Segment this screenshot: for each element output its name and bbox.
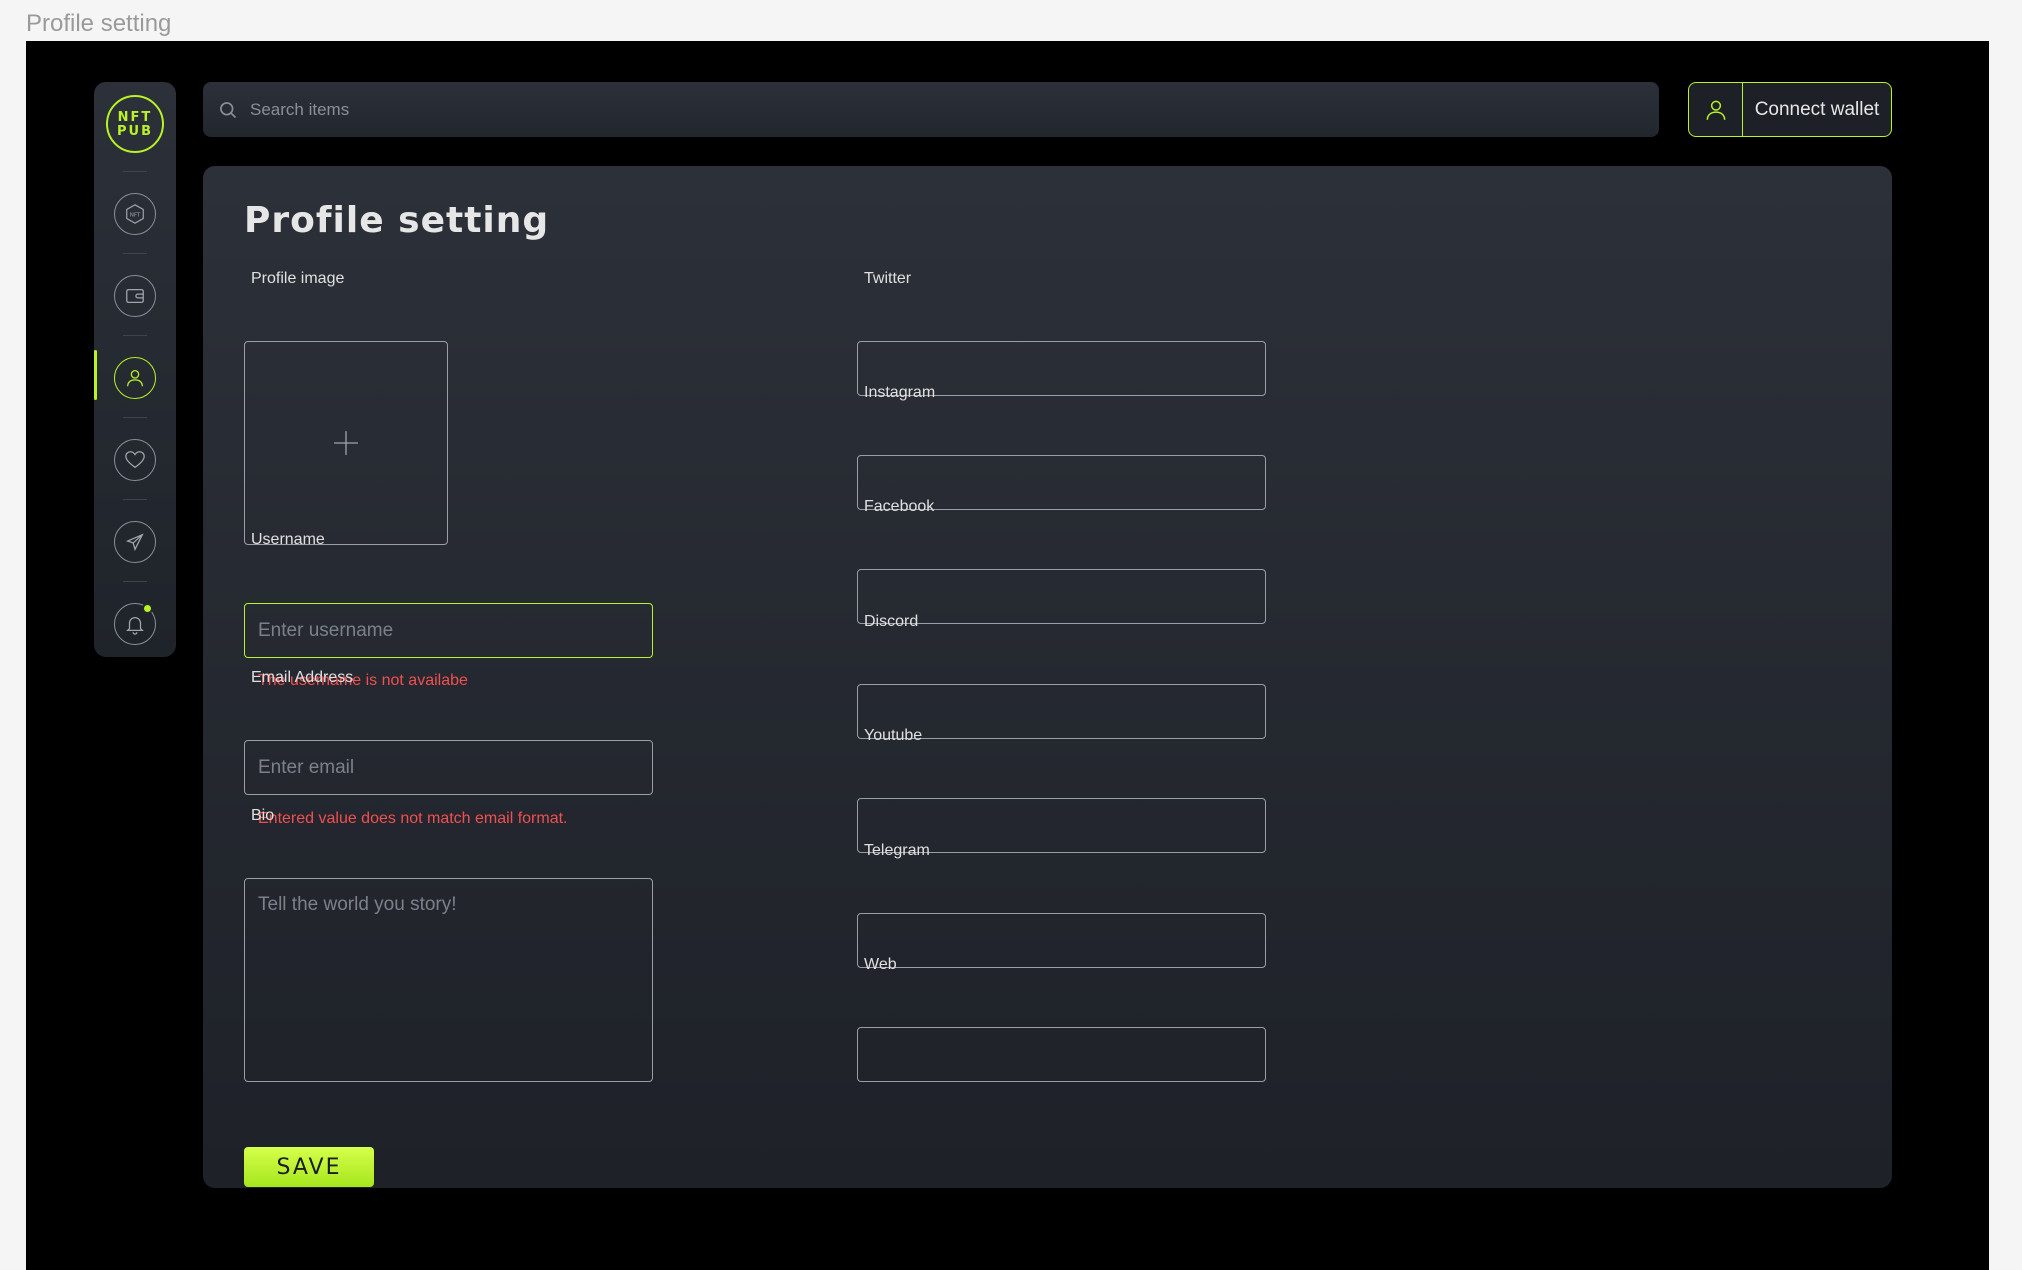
- page-title: Profile setting: [244, 200, 550, 241]
- sidebar: NFT PUB NFT: [94, 82, 176, 657]
- instagram-label: Instagram: [864, 384, 936, 401]
- nav-divider: [123, 499, 147, 500]
- plus-icon: [334, 431, 358, 455]
- app-frame: NFT PUB NFT Search items Connect wallet …: [26, 41, 1989, 1270]
- user-icon: [1706, 100, 1725, 120]
- logo[interactable]: NFT PUB: [106, 95, 164, 153]
- search-bar[interactable]: [203, 82, 1659, 137]
- nav-divider: [123, 417, 147, 418]
- bio-textarea[interactable]: [244, 878, 653, 1082]
- bell-icon: [126, 617, 144, 635]
- logo-line-1: NFT: [117, 110, 153, 125]
- sidebar-item-nft[interactable]: NFT: [114, 193, 156, 235]
- username-input[interactable]: [244, 603, 653, 658]
- active-indicator: [94, 350, 97, 400]
- profile-image-upload[interactable]: [244, 341, 448, 545]
- notification-badge: [142, 603, 153, 614]
- facebook-input[interactable]: [857, 569, 1266, 624]
- nav-divider: [123, 171, 147, 172]
- web-label: Web: [864, 956, 897, 973]
- email-label: Email Address: [251, 669, 354, 686]
- username-label: Username: [251, 531, 325, 548]
- sidebar-item-wallet[interactable]: [114, 275, 156, 317]
- wallet-user-icon-box: [1689, 83, 1743, 136]
- email-error: Entered value does not match email forma…: [258, 810, 568, 827]
- nft-hexagon-icon: NFT: [126, 204, 144, 224]
- user-icon: [127, 370, 143, 387]
- connect-wallet-button[interactable]: Connect wallet: [1688, 82, 1892, 137]
- profile-settings-panel: Profile setting Profile image Username T…: [203, 166, 1892, 1188]
- sidebar-item-profile[interactable]: [114, 357, 156, 399]
- frame-label: Profile setting: [26, 10, 172, 37]
- svg-text:NFT: NFT: [130, 212, 141, 218]
- bio-label: Bio: [251, 807, 275, 824]
- telegram-input[interactable]: [857, 913, 1266, 968]
- heart-icon: [125, 451, 145, 469]
- wallet-icon: [126, 288, 144, 304]
- sidebar-item-launch[interactable]: [114, 521, 156, 563]
- web-input[interactable]: [857, 1027, 1266, 1082]
- search-input[interactable]: [250, 99, 1550, 120]
- sidebar-item-favorites[interactable]: [114, 439, 156, 481]
- search-icon: [220, 101, 237, 118]
- profile-image-label: Profile image: [251, 270, 345, 287]
- rocket-icon: [125, 533, 144, 552]
- nav-divider: [123, 253, 147, 254]
- nav-divider: [123, 581, 147, 582]
- email-input[interactable]: [244, 740, 653, 795]
- logo-line-2: PUB: [117, 124, 153, 139]
- discord-label: Discord: [864, 613, 919, 630]
- sidebar-item-notifications[interactable]: [114, 603, 156, 645]
- twitter-label: Twitter: [864, 270, 912, 287]
- facebook-label: Facebook: [864, 498, 935, 515]
- nav-divider: [123, 335, 147, 336]
- youtube-label: Youtube: [864, 727, 923, 744]
- connect-wallet-label: Connect wallet: [1754, 98, 1880, 120]
- telegram-label: Telegram: [864, 842, 930, 859]
- save-button[interactable]: SAVE: [244, 1147, 374, 1187]
